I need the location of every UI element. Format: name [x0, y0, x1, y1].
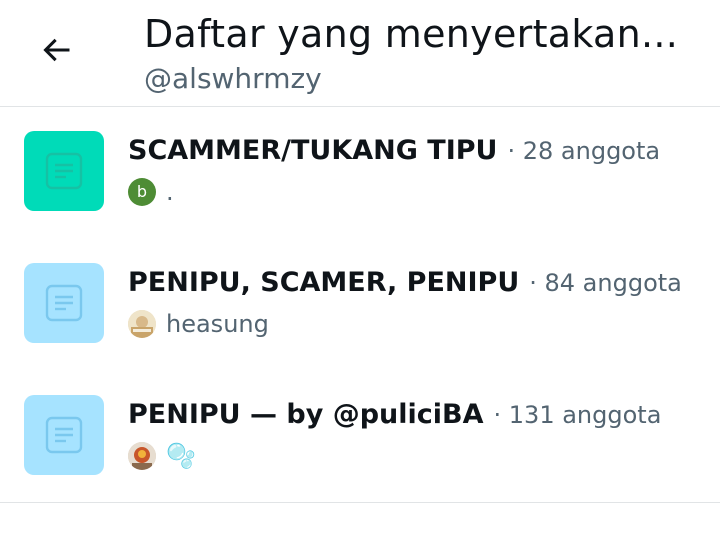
member-count: · 28 anggota: [507, 137, 661, 165]
list-icon: [24, 263, 104, 343]
owner-name: .: [166, 178, 174, 206]
list-item-body: PENIPU — by @puliciBA · 131 anggota 🫧: [128, 399, 710, 472]
list-icon: [24, 395, 104, 475]
avatar-image-icon: [128, 310, 156, 338]
list-icon: [24, 131, 104, 211]
back-arrow-icon: [43, 38, 70, 62]
owner-avatar: [128, 442, 156, 470]
list-item-body: SCAMMER/TUKANG TIPU · 28 anggota b .: [128, 135, 710, 208]
top-app-bar: Daftar yang menyertakan... @alswhrmzy: [0, 0, 720, 107]
page-title: Daftar yang menyertakan...: [144, 12, 679, 56]
back-button[interactable]: [26, 20, 86, 80]
avatar-letter: b: [136, 182, 148, 201]
list-name: PENIPU, SCAMER, PENIPU: [128, 267, 520, 298]
list-item[interactable]: PENIPU — by @puliciBA · 131 anggota 🫧: [0, 371, 720, 503]
member-count: · 84 anggota: [529, 269, 682, 297]
avatar-image-icon: [128, 442, 156, 470]
owner-avatar: [128, 310, 156, 338]
list-item[interactable]: PENIPU, SCAMER, PENIPU · 84 anggota heas…: [0, 239, 720, 371]
list-item-body: PENIPU, SCAMER, PENIPU · 84 anggota heas…: [128, 267, 710, 340]
member-count: · 131 anggota: [493, 401, 662, 429]
list-name: SCAMMER/TUKANG TIPU: [128, 135, 498, 166]
divider: [0, 502, 720, 503]
list-document-icon: [45, 284, 83, 322]
list-item[interactable]: SCAMMER/TUKANG TIPU · 28 anggota b .: [0, 107, 720, 239]
list-name: PENIPU — by @puliciBA: [128, 399, 484, 430]
header-text: Daftar yang menyertakan... @alswhrmzy: [144, 8, 678, 98]
owner-name: heasung: [166, 310, 269, 338]
list-document-icon: [45, 416, 83, 454]
owner-name-bubbles-emoji: 🫧: [166, 442, 196, 470]
page-subtitle-username: @alswhrmzy: [144, 62, 322, 95]
list-document-icon: [45, 152, 83, 190]
owner-avatar: b: [128, 178, 156, 206]
